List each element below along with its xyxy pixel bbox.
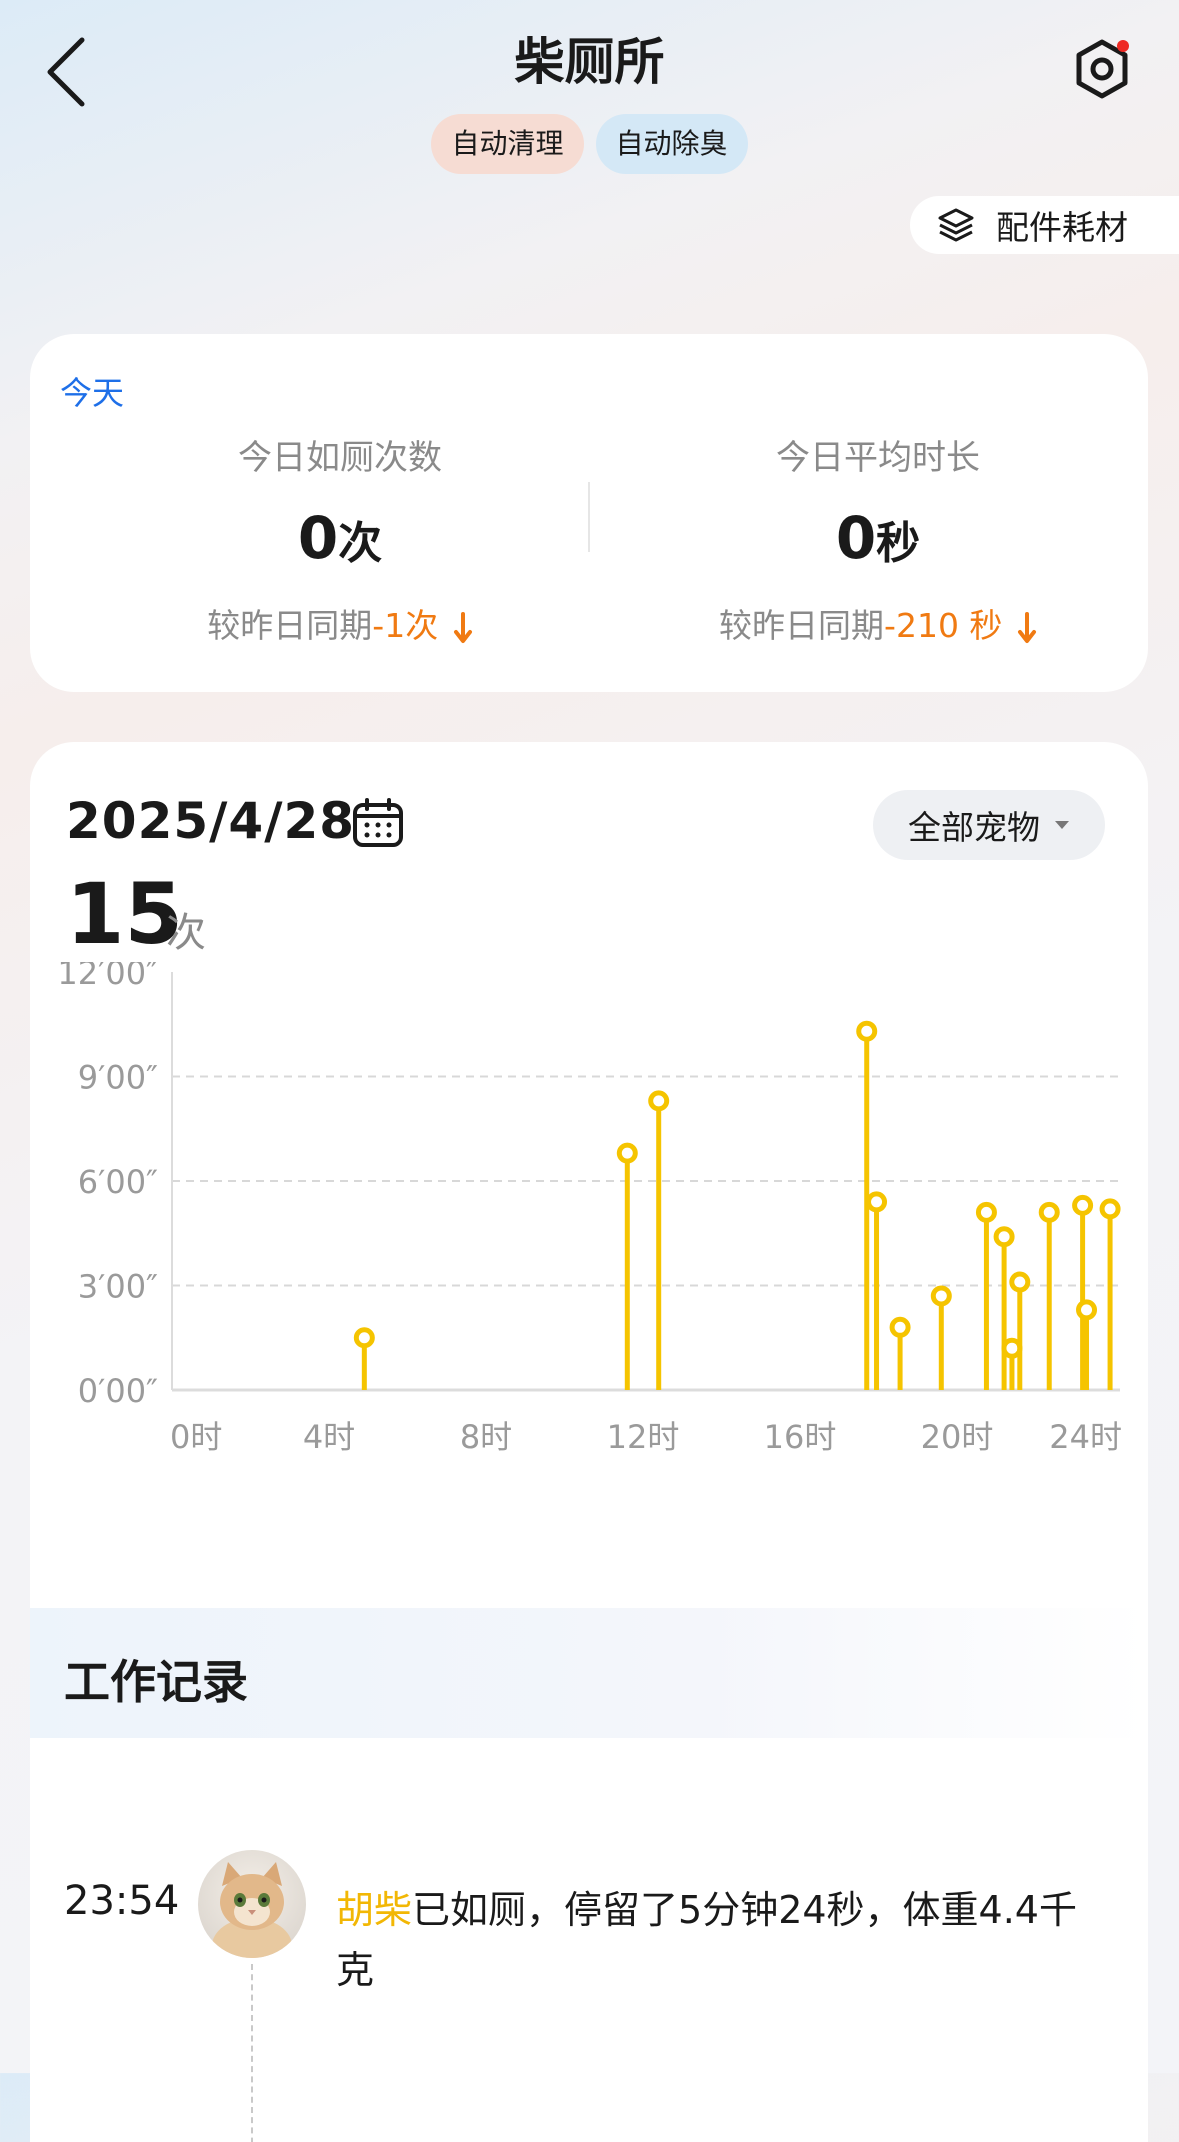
records-header: 工作记录 bbox=[30, 1608, 1148, 1738]
x-tick-label: 20时 bbox=[921, 1418, 994, 1456]
record-message: 胡柴已如厕，停留了5分钟24秒，体重4.4千克 bbox=[336, 1880, 1096, 2000]
selected-date: 2025/4/28 bbox=[66, 792, 356, 850]
visit-point bbox=[856, 1020, 878, 1042]
arrow-down-icon bbox=[1017, 611, 1036, 643]
accessories-button[interactable]: 配件耗材 bbox=[910, 196, 1179, 254]
x-tick-label: 0时 bbox=[170, 1418, 222, 1456]
visits-unit: 次 bbox=[338, 518, 383, 569]
duration-title: 今日平均时长 bbox=[776, 438, 980, 478]
visits-compare-delta: -1次 bbox=[372, 606, 439, 645]
arrow-down-icon bbox=[453, 611, 472, 643]
visits-compare-prefix: 较昨日同期 bbox=[207, 606, 373, 645]
x-tick-label: 8时 bbox=[460, 1418, 512, 1456]
visit-point bbox=[353, 1327, 375, 1349]
feature-tags: 自动清理 自动除臭 bbox=[0, 114, 1179, 174]
visits-value: 0 bbox=[297, 504, 339, 572]
x-tick-label: 24时 bbox=[1049, 1418, 1122, 1456]
page-title: 柴厕所 bbox=[514, 33, 665, 91]
visits-value-row: 0次 bbox=[70, 505, 610, 577]
duration-value: 0 bbox=[835, 504, 877, 572]
caret-down-icon bbox=[1055, 821, 1069, 829]
records-title: 工作记录 bbox=[64, 1655, 248, 1709]
tag-auto-clean: 自动清理 bbox=[431, 114, 584, 174]
stat-divider bbox=[588, 482, 590, 552]
y-tick-label: 6′00″ bbox=[78, 1163, 158, 1201]
x-tick-label: 16时 bbox=[764, 1418, 837, 1456]
visit-point bbox=[1038, 1201, 1060, 1223]
y-tick-label: 3′00″ bbox=[78, 1268, 158, 1306]
visit-point bbox=[1072, 1194, 1094, 1216]
daily-count-unit: 次 bbox=[166, 910, 206, 956]
visits-compare: 较昨日同期-1次 bbox=[70, 599, 610, 647]
duration-compare: 较昨日同期-210 秒 bbox=[608, 599, 1148, 647]
accessories-label: 配件耗材 bbox=[996, 208, 1128, 247]
pet-filter-label: 全部宠物 bbox=[908, 808, 1040, 847]
notification-dot bbox=[1117, 40, 1129, 52]
visit-point bbox=[616, 1142, 638, 1164]
visit-point bbox=[975, 1201, 997, 1223]
visits-title: 今日如厕次数 bbox=[238, 438, 442, 478]
visit-point bbox=[866, 1191, 888, 1213]
today-label: 今天 bbox=[60, 374, 125, 412]
visit-point bbox=[1009, 1271, 1031, 1293]
y-tick-label: 9′00″ bbox=[78, 1059, 158, 1097]
today-summary-card: 今天 今日如厕次数 0次 较昨日同期-1次 今日平均时长 0秒 较昨日同期-21… bbox=[30, 334, 1148, 692]
duration-compare-delta: -210 秒 bbox=[884, 606, 1003, 645]
layers-icon bbox=[938, 208, 974, 242]
timeline-connector bbox=[251, 1964, 253, 2142]
duration-unit: 秒 bbox=[876, 518, 921, 569]
record-time: 23:54 bbox=[64, 1878, 180, 1924]
y-tick-label: 12′00″ bbox=[57, 962, 158, 992]
duration-value-row: 0秒 bbox=[608, 505, 1148, 577]
calendar-icon bbox=[353, 798, 403, 847]
visit-point bbox=[1099, 1198, 1121, 1220]
visit-point bbox=[930, 1285, 952, 1307]
duration-compare-prefix: 较昨日同期 bbox=[719, 606, 885, 645]
pet-filter-dropdown[interactable]: 全部宠物 bbox=[873, 790, 1105, 860]
visit-duration-chart: 0′00″ 3′00″ 6′00″ 9′00″ 12′00″ 0时 4时 8时 12时 16时 20… bbox=[57, 962, 1122, 1456]
visit-point bbox=[889, 1316, 911, 1338]
visit-point bbox=[1076, 1299, 1098, 1321]
visits-stat: 今日如厕次数 0次 较昨日同期-1次 bbox=[70, 430, 610, 647]
visit-point bbox=[648, 1090, 670, 1112]
daily-chart-card: 2025/4/28 全部宠物 15 次 0′00″ 3′00″ 6′00″ 9′00″… bbox=[30, 742, 1148, 2142]
y-tick-label: 0′00″ bbox=[78, 1372, 158, 1410]
record-message-text: 已如厕，停留了5分钟24秒，体重4.4千克 bbox=[336, 1888, 1077, 1992]
x-tick-label: 12时 bbox=[607, 1418, 680, 1456]
pet-avatar[interactable] bbox=[198, 1850, 306, 1958]
top-header: 柴厕所 自动清理 自动除臭 配件耗材 bbox=[0, 0, 1179, 254]
calendar-button[interactable] bbox=[352, 798, 404, 852]
x-tick-label: 4时 bbox=[303, 1418, 355, 1456]
tag-auto-deodorize: 自动除臭 bbox=[595, 114, 748, 174]
record-pet-name[interactable]: 胡柴 bbox=[336, 1888, 412, 1932]
duration-stat: 今日平均时长 0秒 较昨日同期-210 秒 bbox=[608, 430, 1148, 647]
cat-avatar-image bbox=[198, 1850, 306, 1958]
visit-point bbox=[993, 1226, 1015, 1248]
